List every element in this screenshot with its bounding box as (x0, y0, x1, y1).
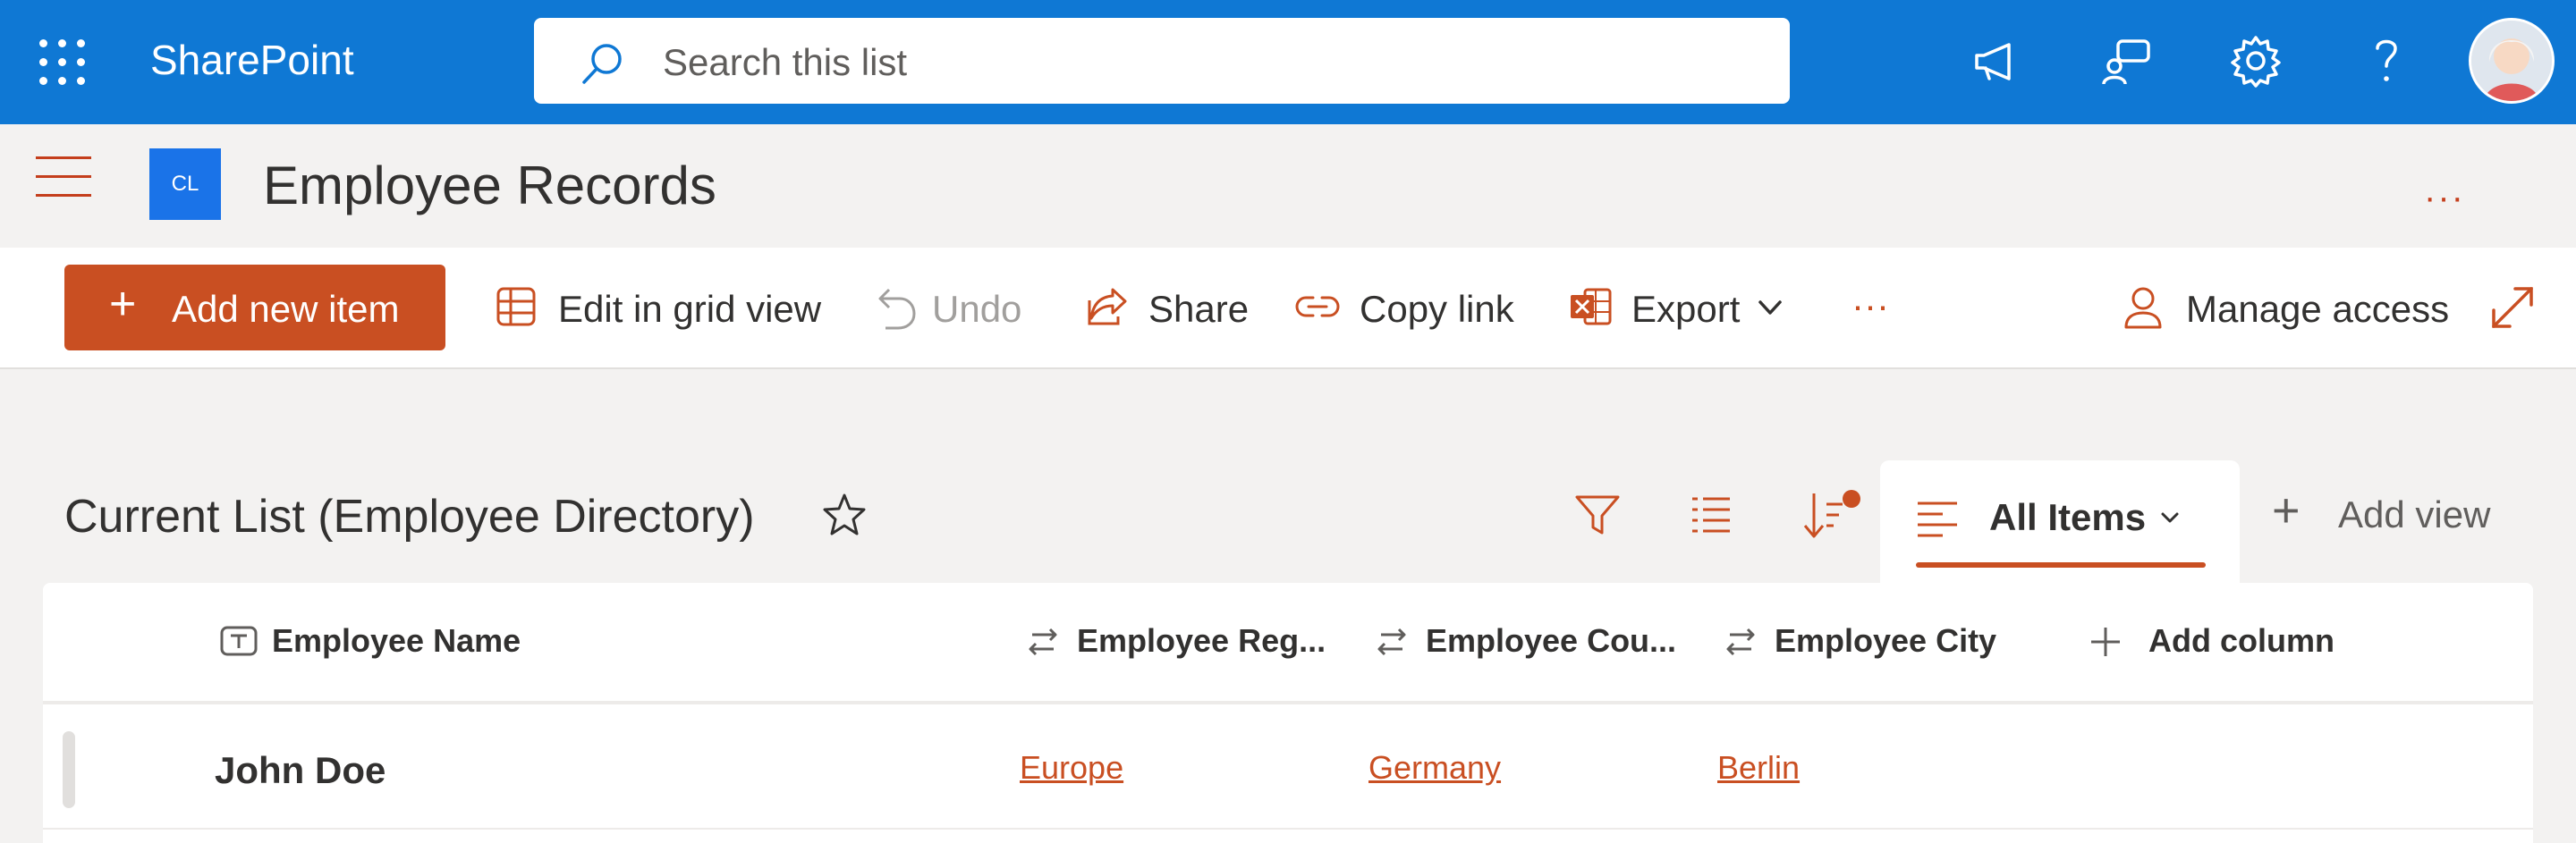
copy-link-button[interactable]: Copy link (1295, 265, 1519, 350)
undo-icon (878, 288, 916, 330)
search-icon (582, 44, 622, 84)
settings-gear-icon[interactable] (2227, 32, 2284, 89)
site-header: CL Employee Records ··· (0, 124, 2576, 248)
filter-icon[interactable] (1574, 492, 1621, 538)
plus-icon: + (2272, 484, 2301, 537)
lookup-icon (1726, 628, 1755, 656)
suite-bar: SharePoint Search this list (0, 0, 2576, 124)
feedback-icon[interactable] (2098, 32, 2156, 89)
lookup-icon (1377, 628, 1406, 656)
share-button[interactable]: Share (1086, 265, 1249, 350)
expand-icon[interactable] (2490, 285, 2535, 330)
favorite-star-icon[interactable] (821, 492, 868, 538)
active-view-underline (1916, 562, 2206, 568)
site-logo[interactable]: CL (149, 148, 221, 220)
avatar[interactable] (2469, 18, 2555, 104)
cell-employee-name[interactable]: John Doe (215, 749, 386, 792)
table-row[interactable]: John Doe Europe Germany Berlin (43, 708, 2533, 830)
grid-icon (496, 287, 536, 326)
chevron-down-icon (1758, 300, 1782, 315)
undo-button[interactable]: Undo (877, 265, 1034, 350)
manage-access-button[interactable]: Manage access (2123, 265, 2449, 350)
list-table: Employee Name Employee Reg... Employee C… (43, 583, 2533, 843)
group-by-icon[interactable] (1689, 492, 1733, 538)
chevron-down-icon (2161, 512, 2179, 523)
view-switcher-all-items[interactable]: All Items (1880, 460, 2240, 586)
column-header-row: Employee Name Employee Reg... Employee C… (43, 583, 2533, 704)
excel-icon (1571, 288, 1612, 325)
plus-icon: + (109, 278, 137, 330)
help-icon[interactable] (2358, 32, 2415, 89)
lookup-icon (1029, 628, 1057, 656)
add-new-item-button[interactable]: + Add new item (64, 265, 445, 350)
person-icon (2124, 287, 2162, 329)
app-name[interactable]: SharePoint (150, 36, 354, 84)
more-commands-button[interactable]: ··· (1846, 265, 1900, 350)
search-box[interactable]: Search this list (534, 18, 1790, 104)
link-icon (1295, 296, 1340, 317)
command-bar: + Add new item Edit in grid view Undo Sh… (0, 248, 2576, 369)
view-title: Current List (Employee Directory) (64, 491, 755, 543)
share-icon (1088, 288, 1127, 325)
row-select-handle[interactable] (63, 731, 75, 808)
hamburger-menu-icon[interactable] (36, 156, 91, 198)
megaphone-icon[interactable] (1968, 32, 2025, 89)
sort-icon[interactable] (1801, 485, 1864, 544)
text-type-icon (220, 626, 258, 656)
cell-employee-region-link[interactable]: Europe (1020, 749, 1123, 787)
plus-icon (2091, 628, 2120, 656)
waffle-icon[interactable] (39, 39, 86, 86)
list-view-icon (1918, 502, 1957, 537)
more-icon: ··· (1852, 284, 1889, 326)
search-input[interactable]: Search this list (663, 41, 907, 84)
edit-grid-view-button[interactable]: Edit in grid view (496, 265, 835, 350)
site-title[interactable]: Employee Records (263, 155, 716, 216)
cell-employee-country-link[interactable]: Germany (1368, 749, 1501, 787)
avatar-image (2471, 21, 2552, 101)
current-view-label: All Items (1989, 496, 2147, 538)
export-dropdown[interactable]: Export (1569, 265, 1792, 350)
cell-employee-city-link[interactable]: Berlin (1717, 749, 1800, 787)
site-more-options-icon[interactable]: ··· (2424, 178, 2465, 218)
